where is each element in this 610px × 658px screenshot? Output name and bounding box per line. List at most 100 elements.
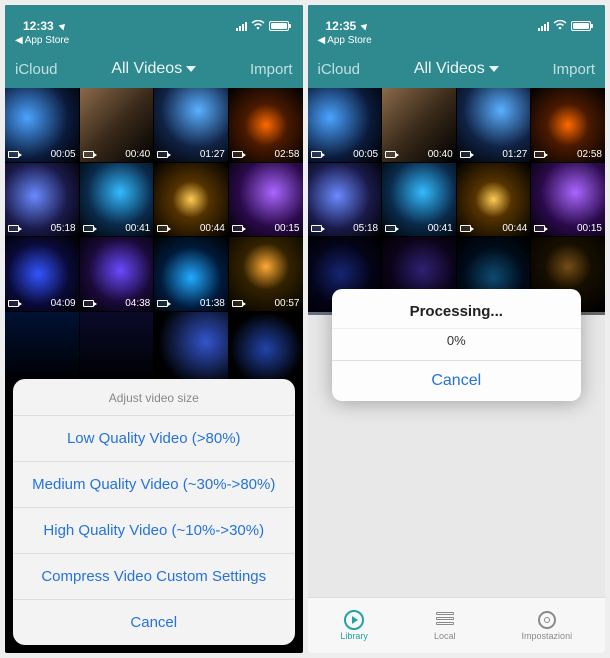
video-duration: 00:40 xyxy=(125,149,150,160)
nav-import[interactable]: Import xyxy=(250,61,293,78)
video-thumb[interactable]: 01:38 xyxy=(154,237,228,311)
nav-title-label: All Videos xyxy=(414,60,485,78)
sheet-title: Adjust video size xyxy=(13,379,295,415)
screenshot-left: 12:33 ◀ App Store iCloud All Videos Impo… xyxy=(5,5,303,653)
chevron-down-icon xyxy=(489,66,499,72)
video-thumb[interactable]: 00:41 xyxy=(382,163,456,237)
video-duration: 00:41 xyxy=(428,223,453,234)
wifi-icon xyxy=(553,19,567,33)
nav-title[interactable]: All Videos xyxy=(414,60,499,78)
video-duration: 00:05 xyxy=(353,149,378,160)
nav-title[interactable]: All Videos xyxy=(111,60,196,78)
tab-label: Local xyxy=(434,631,456,641)
back-to-app[interactable]: ◀ App Store xyxy=(308,35,606,50)
video-thumb[interactable]: 05:18 xyxy=(308,163,382,237)
chevron-left-icon: ◀ xyxy=(318,35,326,46)
video-thumb[interactable]: 00:41 xyxy=(80,163,154,237)
nav-import[interactable]: Import xyxy=(552,61,595,78)
video-thumb[interactable]: 02:58 xyxy=(229,88,303,162)
chevron-left-icon: ◀ xyxy=(15,35,23,46)
video-thumb[interactable] xyxy=(5,312,79,386)
location-icon xyxy=(361,22,370,31)
video-thumb[interactable]: 00:15 xyxy=(229,163,303,237)
video-duration: 00:41 xyxy=(125,223,150,234)
video-icon xyxy=(8,151,19,158)
video-duration: 02:58 xyxy=(274,149,299,160)
video-thumb[interactable]: 05:18 xyxy=(5,163,79,237)
tab-label: Library xyxy=(340,631,368,641)
option-low-quality[interactable]: Low Quality Video (>80%) xyxy=(13,415,295,461)
video-thumb[interactable]: 00:57 xyxy=(229,237,303,311)
video-duration: 01:27 xyxy=(502,149,527,160)
nav-title-label: All Videos xyxy=(111,60,182,78)
video-thumb[interactable]: 00:40 xyxy=(80,88,154,162)
screenshot-right: 12:35 ◀ App Store iCloud All Videos Impo… xyxy=(308,5,606,653)
video-duration: 01:27 xyxy=(200,149,225,160)
wifi-icon xyxy=(251,19,265,33)
status-time: 12:35 xyxy=(326,19,357,33)
nav-icloud[interactable]: iCloud xyxy=(15,61,58,78)
video-duration: 00:05 xyxy=(51,149,76,160)
alert-title: Processing... xyxy=(332,289,582,328)
signal-icon xyxy=(236,22,247,31)
video-duration: 02:58 xyxy=(577,149,602,160)
tab-local[interactable]: Local xyxy=(434,611,456,641)
action-sheet: Adjust video size Low Quality Video (>80… xyxy=(13,379,295,645)
video-icon xyxy=(534,225,545,232)
status-time: 12:33 xyxy=(23,19,54,33)
video-icon xyxy=(385,151,396,158)
location-icon xyxy=(58,22,67,31)
video-thumb[interactable]: 01:27 xyxy=(154,88,228,162)
video-duration: 05:18 xyxy=(353,223,378,234)
video-icon xyxy=(8,300,19,307)
video-thumb[interactable] xyxy=(80,312,154,386)
sheet-cancel[interactable]: Cancel xyxy=(13,599,295,645)
video-icon xyxy=(311,151,322,158)
video-duration: 01:38 xyxy=(200,298,225,309)
tab-settings[interactable]: Impostazioni xyxy=(522,611,573,641)
option-custom-settings[interactable]: Compress Video Custom Settings xyxy=(13,553,295,599)
storage-icon xyxy=(434,611,456,629)
video-icon xyxy=(83,151,94,158)
back-app-label: App Store xyxy=(25,35,69,46)
video-icon xyxy=(232,151,243,158)
back-to-app[interactable]: ◀ App Store xyxy=(5,35,303,50)
nav-bar: iCloud All Videos Import xyxy=(5,50,303,88)
video-icon xyxy=(385,225,396,232)
tab-library[interactable]: Library xyxy=(340,611,368,641)
nav-icloud[interactable]: iCloud xyxy=(318,61,361,78)
video-thumb[interactable]: 02:58 xyxy=(531,88,605,162)
video-thumb[interactable]: 00:05 xyxy=(308,88,382,162)
tab-label: Impostazioni xyxy=(522,631,573,641)
video-icon xyxy=(232,300,243,307)
alert-cancel[interactable]: Cancel xyxy=(332,360,582,401)
video-icon xyxy=(157,300,168,307)
video-duration: 00:15 xyxy=(274,223,299,234)
video-icon xyxy=(157,225,168,232)
video-duration: 00:40 xyxy=(428,149,453,160)
alert-progress: 0% xyxy=(332,328,582,360)
signal-icon xyxy=(538,22,549,31)
video-thumb[interactable]: 00:44 xyxy=(154,163,228,237)
battery-icon xyxy=(269,21,289,31)
video-thumb[interactable]: 01:27 xyxy=(457,88,531,162)
video-icon xyxy=(8,225,19,232)
option-medium-quality[interactable]: Medium Quality Video (~30%->80%) xyxy=(13,461,295,507)
battery-icon xyxy=(571,21,591,31)
option-high-quality[interactable]: High Quality Video (~10%->30%) xyxy=(13,507,295,553)
video-thumb[interactable]: 04:38 xyxy=(80,237,154,311)
video-icon xyxy=(83,225,94,232)
video-thumb[interactable]: 00:44 xyxy=(457,163,531,237)
video-thumb[interactable] xyxy=(229,312,303,386)
video-icon xyxy=(460,225,471,232)
video-thumb[interactable]: 00:40 xyxy=(382,88,456,162)
video-thumb[interactable]: 00:05 xyxy=(5,88,79,162)
status-bar: 12:33 xyxy=(5,5,303,35)
video-duration: 00:44 xyxy=(502,223,527,234)
gear-icon xyxy=(536,611,558,629)
video-duration: 04:38 xyxy=(125,298,150,309)
video-thumb[interactable] xyxy=(154,312,228,386)
video-icon xyxy=(311,225,322,232)
video-thumb[interactable]: 04:09 xyxy=(5,237,79,311)
video-thumb[interactable]: 00:15 xyxy=(531,163,605,237)
